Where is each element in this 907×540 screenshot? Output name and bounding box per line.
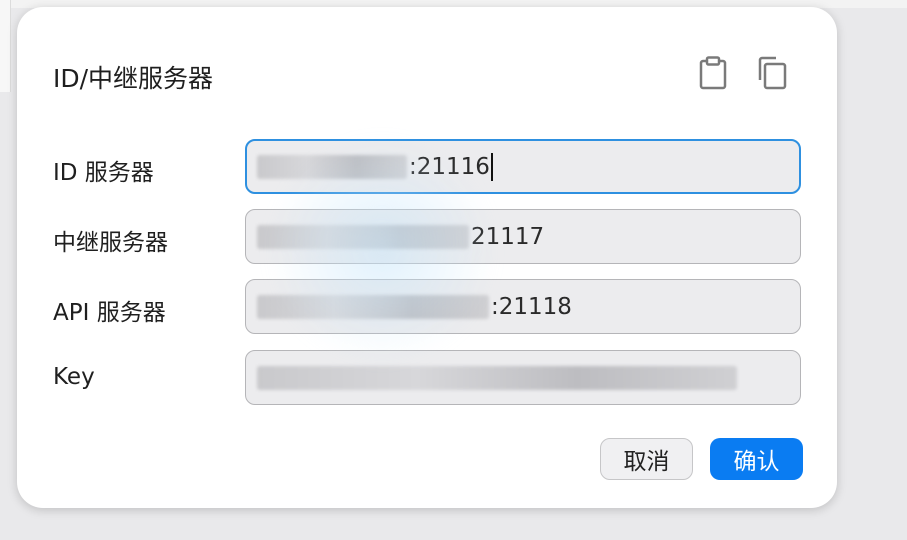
cancel-button[interactable]: 取消 [600, 438, 693, 480]
redacted-text [257, 294, 489, 319]
api-server-input[interactable]: :21118 [245, 279, 801, 334]
key-input[interactable] [245, 350, 801, 405]
redacted-text [257, 224, 469, 249]
background-window-edge [0, 0, 11, 92]
api-server-port: :21118 [491, 293, 572, 320]
dialog-title: ID/中继服务器 [53, 64, 214, 93]
redacted-text [257, 154, 407, 179]
relay-server-input[interactable]: 21117 [245, 209, 801, 264]
redacted-text [257, 365, 737, 390]
server-settings-dialog: ID/中继服务器 ID 服务器 :21116 中继服务器 21117 API 服… [17, 7, 837, 508]
copy-button[interactable] [752, 53, 792, 93]
paste-button[interactable] [693, 53, 733, 93]
api-server-label: API 服务器 [53, 300, 166, 326]
text-caret [490, 152, 493, 181]
confirm-button[interactable]: 确认 [710, 438, 803, 480]
relay-server-label: 中继服务器 [53, 230, 168, 256]
id-server-label: ID 服务器 [53, 160, 154, 186]
id-server-input[interactable]: :21116 [245, 139, 801, 194]
relay-server-port: 21117 [471, 223, 545, 250]
copy-icon [758, 56, 787, 90]
id-server-port: :21116 [409, 153, 490, 180]
clipboard-icon [699, 56, 727, 90]
key-label: Key [53, 364, 95, 390]
